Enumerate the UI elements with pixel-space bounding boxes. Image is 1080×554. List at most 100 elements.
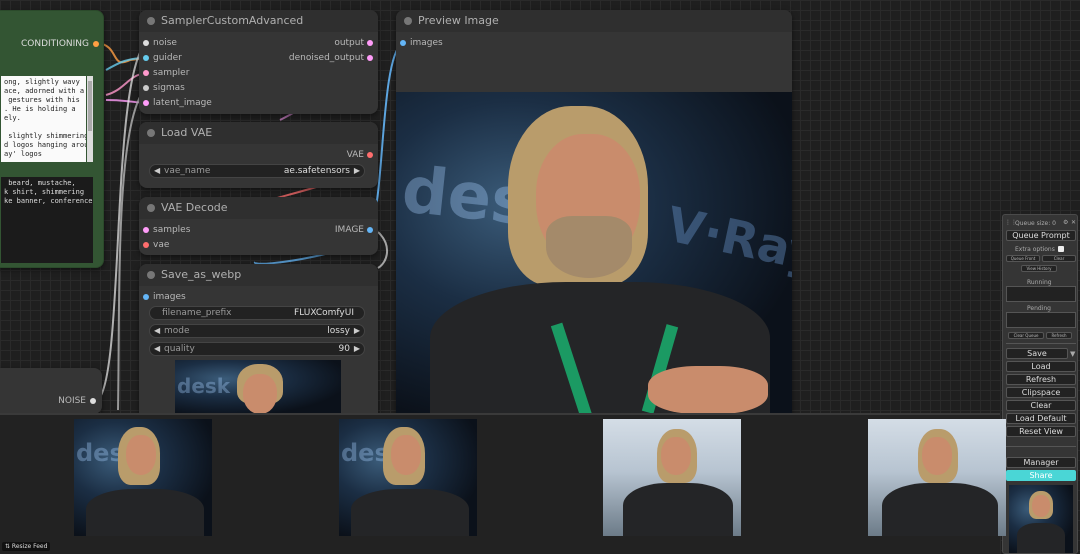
share-button[interactable]: Share — [1006, 470, 1076, 481]
arrow-right-icon[interactable]: ▶ — [354, 165, 360, 177]
queue-front-button[interactable]: Queue Front — [1006, 255, 1040, 262]
refresh-mini-button[interactable]: Refresh — [1046, 332, 1072, 339]
feed-image-2[interactable]: desk — [339, 419, 477, 536]
vae-decode-node[interactable]: VAE Decode samples vae IMAGE — [139, 197, 378, 255]
denoised-output-dot[interactable] — [367, 55, 373, 61]
prompt-scrollbar-thumb[interactable] — [88, 81, 92, 131]
sampler-node-header[interactable]: SamplerCustomAdvanced — [139, 10, 378, 32]
prompt-textarea[interactable]: ong, slightly wavy ace, adorned with a g… — [1, 76, 86, 162]
feed-image-3[interactable] — [603, 419, 741, 536]
save-webp-header[interactable]: Save_as_webp — [139, 264, 378, 286]
extra-options-label: Extra options — [1015, 246, 1055, 253]
latent-input-dot[interactable] — [143, 100, 149, 106]
vae-name-value: ae.safetensors — [283, 166, 350, 176]
guider-input-dot[interactable] — [143, 55, 149, 61]
mode-combo[interactable]: ◀ mode lossy ▶ — [149, 324, 365, 338]
load-button[interactable]: Load — [1006, 361, 1076, 372]
sigmas-input-label: sigmas — [153, 83, 185, 93]
arrow-left-icon[interactable]: ◀ — [154, 343, 160, 355]
image-feed: desk desk ⇅ Resize Feed — [0, 413, 1006, 554]
conditioning-output-dot[interactable] — [93, 41, 99, 47]
preview-image-title: Preview Image — [418, 14, 499, 27]
output-label: output — [334, 38, 364, 48]
gear-icon[interactable]: ⚙ — [1063, 219, 1068, 226]
load-vae-node[interactable]: Load VAE VAE ◀ vae_name ae.safetensors ▶ — [139, 122, 378, 188]
sampler-node-title: SamplerCustomAdvanced — [161, 14, 304, 27]
arrow-right-icon[interactable]: ▶ — [354, 325, 360, 337]
noise-output-label: NOISE — [58, 396, 86, 406]
clear-queue-button[interactable]: Clear Queue — [1008, 332, 1044, 339]
collapse-dot-icon[interactable] — [147, 204, 155, 212]
arrow-right-icon[interactable]: ▶ — [354, 343, 360, 355]
filename-prefix-field[interactable]: filename_prefix FLUXComfyUI — [149, 306, 365, 320]
queue-prompt-button[interactable]: Queue Prompt — [1006, 230, 1076, 241]
filename-prefix-label: filename_prefix — [162, 308, 232, 318]
collapse-dot-icon[interactable] — [404, 17, 412, 25]
save-preview-thumbnail: desk — [175, 360, 341, 414]
queue-size-label: Queue size: 0 — [1015, 220, 1056, 227]
save-button[interactable]: Save — [1006, 348, 1068, 359]
vae-name-label: vae_name — [164, 166, 211, 176]
manager-button[interactable]: Manager — [1006, 457, 1076, 468]
vae-decode-title: VAE Decode — [161, 201, 228, 214]
arrow-left-icon[interactable]: ◀ — [154, 165, 160, 177]
noise-output-dot[interactable] — [90, 398, 96, 404]
reset-view-button[interactable]: Reset View — [1006, 426, 1076, 437]
conditioning-output-label: CONDITIONING — [20, 39, 89, 49]
collapse-dot-icon[interactable] — [147, 129, 155, 137]
feed-image-1[interactable]: desk — [74, 419, 212, 536]
background-logo-image: desk — [177, 374, 231, 398]
conditioning-node[interactable]: CONDITIONING ong, slightly wavy ace, ado… — [0, 10, 104, 268]
clipspace-button[interactable]: Clipspace — [1006, 387, 1076, 398]
guider-input-label: guider — [153, 53, 182, 63]
noise-input-dot[interactable] — [143, 40, 149, 46]
quality-number[interactable]: ◀ quality 90 ▶ — [149, 342, 365, 356]
arrow-left-icon[interactable]: ◀ — [154, 325, 160, 337]
save-webp-title: Save_as_webp — [161, 268, 242, 281]
images-input-dot[interactable] — [143, 294, 149, 300]
load-default-button[interactable]: Load Default — [1006, 413, 1076, 424]
vae-input-dot[interactable] — [143, 242, 149, 248]
view-history-button[interactable]: View History — [1021, 265, 1057, 272]
preview-image-header[interactable]: Preview Image — [396, 10, 792, 32]
vae-decode-header[interactable]: VAE Decode — [139, 197, 378, 219]
collapse-dot-icon[interactable] — [147, 17, 155, 25]
quality-label: quality — [164, 344, 195, 354]
save-as-webp-node[interactable]: Save_as_webp images filename_prefix FLUX… — [139, 264, 378, 414]
resize-feed-button[interactable]: ⇅ Resize Feed — [2, 542, 51, 551]
noise-node[interactable]: NOISE — [0, 368, 102, 414]
vae-name-combo[interactable]: ◀ vae_name ae.safetensors ▶ — [149, 164, 365, 178]
vae-input-label: vae — [153, 240, 170, 250]
load-vae-header[interactable]: Load VAE — [139, 122, 378, 144]
preview-image-node[interactable]: Preview Image images desk V·Ray — [396, 10, 792, 414]
mode-value: lossy — [327, 326, 350, 336]
preview-images-input-dot[interactable] — [400, 40, 406, 46]
denoised-output-label: denoised_output — [288, 53, 364, 63]
output-dot[interactable] — [367, 40, 373, 46]
feed-image-4[interactable] — [868, 419, 1006, 536]
noise-input-label: noise — [153, 38, 177, 48]
preview-image: desk V·Ray — [396, 92, 792, 414]
sigmas-input-dot[interactable] — [143, 85, 149, 91]
extra-options-checkbox[interactable] — [1058, 246, 1064, 252]
panel-thumbnail — [1009, 485, 1073, 553]
image-output-dot[interactable] — [367, 227, 373, 233]
preview-images-input-label: images — [410, 38, 443, 48]
prompt-textarea-2[interactable]: beard, mustache, k shirt, shimmering ke … — [1, 177, 93, 263]
vae-output-dot[interactable] — [367, 152, 373, 158]
background-logo-image: V·Ray — [661, 196, 792, 284]
collapse-dot-icon[interactable] — [147, 271, 155, 279]
samples-input-dot[interactable] — [143, 227, 149, 233]
pending-list — [1006, 312, 1076, 328]
clear-button[interactable]: Clear — [1006, 400, 1076, 411]
close-icon[interactable]: ✕ — [1071, 219, 1076, 226]
refresh-button[interactable]: Refresh — [1006, 374, 1076, 385]
sampler-custom-advanced-node[interactable]: SamplerCustomAdvanced noise guider sampl… — [139, 10, 378, 114]
running-list — [1006, 286, 1076, 302]
samples-input-label: samples — [153, 225, 191, 235]
sampler-input-dot[interactable] — [143, 70, 149, 76]
save-dropdown-icon[interactable]: ▼ — [1070, 350, 1075, 358]
latent-input-label: latent_image — [153, 98, 212, 108]
images-input-label: images — [153, 292, 186, 302]
clear-mini-button[interactable]: Clear — [1042, 255, 1076, 262]
